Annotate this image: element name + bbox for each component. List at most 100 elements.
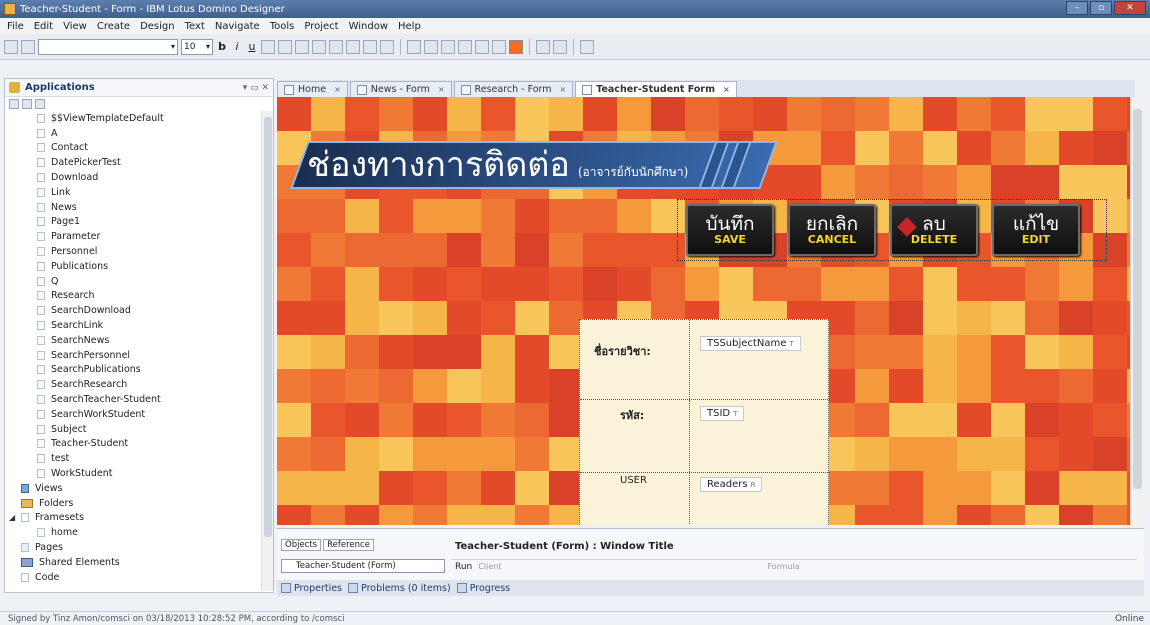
navigator-view-menu-icon[interactable]: ▾ ▭ ✕ — [243, 83, 269, 93]
menu-design[interactable]: Design — [135, 21, 180, 32]
close-tab-icon[interactable]: × — [438, 85, 445, 94]
close-button[interactable]: ✕ — [1114, 1, 1146, 15]
bullet-list-icon[interactable] — [329, 39, 343, 54]
tree-item[interactable]: Teacher-Student — [5, 437, 261, 452]
tree-item[interactable]: Personnel — [5, 244, 261, 259]
layout-icon[interactable] — [492, 39, 506, 54]
tree-item[interactable]: Link — [5, 185, 261, 200]
delete-button[interactable]: ลบ DELETE — [890, 204, 978, 256]
menu-view[interactable]: View — [58, 21, 92, 32]
save-button[interactable]: บันทึก SAVE — [686, 204, 774, 256]
online-status[interactable]: Online — [1115, 614, 1144, 624]
tree-item[interactable]: Subject — [5, 422, 261, 437]
tree-item[interactable]: WorkStudent — [5, 466, 261, 481]
edit-button[interactable]: แก้ไข EDIT — [992, 204, 1080, 256]
navigator-scrollbar[interactable] — [261, 111, 273, 591]
menu-tools[interactable]: Tools — [265, 21, 300, 32]
tab-teacher-student-form[interactable]: Teacher-Student Form × — [575, 81, 737, 97]
highlight-icon[interactable] — [278, 39, 292, 54]
tab-properties[interactable]: Properties — [281, 583, 342, 594]
tree-item[interactable]: SearchLink — [5, 318, 261, 333]
tree-item[interactable]: SearchNews — [5, 333, 261, 348]
tree-item[interactable]: SearchDownload — [5, 303, 261, 318]
stop-icon[interactable] — [424, 39, 438, 54]
menu-window[interactable]: Window — [344, 21, 393, 32]
form-design-canvas[interactable]: ช่องทางการติดต่อ (อาจารย์กับนักศึกษา) บั… — [277, 97, 1130, 525]
underline-button[interactable]: u — [246, 40, 258, 53]
table-icon[interactable] — [380, 39, 394, 54]
tree-item[interactable]: Publications — [5, 259, 261, 274]
italic-button[interactable]: i — [231, 40, 243, 53]
tree-item[interactable]: News — [5, 200, 261, 215]
scrollbar-thumb[interactable] — [1133, 109, 1142, 489]
navigate-back-icon[interactable] — [580, 39, 594, 54]
menu-help[interactable]: Help — [393, 21, 426, 32]
strikethrough-icon[interactable] — [261, 39, 275, 54]
tab-research-form[interactable]: Research - Form × — [453, 81, 574, 97]
tree-item[interactable]: SearchPublications — [5, 363, 261, 378]
tree-item[interactable]: SearchTeacher-Student — [5, 392, 261, 407]
tree-item[interactable]: Download — [5, 170, 261, 185]
menu-text[interactable]: Text — [180, 21, 210, 32]
tree-item[interactable]: Research — [5, 289, 261, 304]
tree-item[interactable]: Page1 — [5, 215, 261, 230]
tree-section-shared-elements[interactable]: Shared Elements — [5, 555, 261, 570]
filter-icon[interactable] — [35, 99, 45, 109]
subject-name-field[interactable]: TSSubjectName T — [700, 336, 801, 351]
canvas-scrollbar[interactable] — [1130, 97, 1144, 525]
tree-section-framesets[interactable]: ◢ Framesets — [5, 511, 261, 526]
bold-button[interactable]: b — [216, 40, 228, 53]
tree-section-views[interactable]: Views — [5, 481, 261, 496]
tab-progress[interactable]: Progress — [456, 583, 510, 594]
tree-section-folders[interactable]: Folders — [5, 496, 261, 511]
tree-item[interactable]: SearchResearch — [5, 377, 261, 392]
object-select[interactable]: Teacher-Student (Form) — [281, 559, 445, 573]
language-select[interactable]: Formula — [767, 562, 799, 571]
tree-section-pages[interactable]: Pages — [5, 540, 261, 555]
menu-navigate[interactable]: Navigate — [210, 21, 265, 32]
menu-file[interactable]: File — [2, 21, 29, 32]
tree-item[interactable]: test — [5, 451, 261, 466]
close-tab-icon[interactable]: × — [334, 85, 341, 94]
collapse-all-icon[interactable] — [9, 99, 19, 109]
menu-edit[interactable]: Edit — [29, 21, 58, 32]
cancel-button[interactable]: ยกเลิก CANCEL — [788, 204, 876, 256]
expand-arrow-icon[interactable]: ◢ — [9, 513, 19, 522]
tree-item[interactable]: DatePickerTest — [5, 155, 261, 170]
tree-item[interactable]: A — [5, 126, 261, 141]
tree-item-home[interactable]: home — [5, 525, 261, 540]
menu-create[interactable]: Create — [92, 21, 135, 32]
run-target-select[interactable]: Client — [478, 562, 501, 571]
copy-icon[interactable] — [4, 39, 18, 54]
scrollbar-thumb[interactable] — [264, 117, 272, 537]
tree-item[interactable]: SearchWorkStudent — [5, 407, 261, 422]
align-left-icon[interactable] — [295, 39, 309, 54]
preview-browser-icon[interactable] — [458, 39, 472, 54]
tab-reference[interactable]: Reference — [323, 539, 374, 551]
readers-field[interactable]: Readers R — [700, 477, 763, 492]
help-icon[interactable] — [553, 39, 567, 54]
refresh-icon[interactable] — [407, 39, 421, 54]
close-tab-icon[interactable]: × — [723, 85, 730, 94]
menu-project[interactable]: Project — [299, 21, 343, 32]
preview-icon[interactable] — [441, 39, 455, 54]
new-design-icon[interactable] — [22, 99, 32, 109]
tree-item[interactable]: Parameter — [5, 229, 261, 244]
tree-section-code[interactable]: Code — [5, 570, 261, 585]
indent-icon[interactable] — [363, 39, 377, 54]
tab-problems[interactable]: Problems (0 items) — [348, 583, 451, 594]
tab-home[interactable]: Home × — [277, 81, 348, 97]
number-list-icon[interactable] — [346, 39, 360, 54]
tree-item[interactable]: SearchPersonnel — [5, 348, 261, 363]
close-tab-icon[interactable]: × — [560, 85, 567, 94]
tree-item[interactable]: Q — [5, 274, 261, 289]
tab-objects[interactable]: Objects — [281, 539, 322, 551]
minimize-button[interactable]: – — [1066, 1, 1088, 15]
text-style-icon[interactable] — [21, 39, 35, 54]
image-icon[interactable] — [475, 39, 489, 54]
tree-item[interactable]: Contact — [5, 141, 261, 156]
align-center-icon[interactable] — [312, 39, 326, 54]
font-name-select[interactable] — [38, 38, 178, 55]
maximize-button[interactable]: ▫ — [1090, 1, 1112, 15]
font-size-select[interactable]: 10 — [181, 38, 213, 55]
